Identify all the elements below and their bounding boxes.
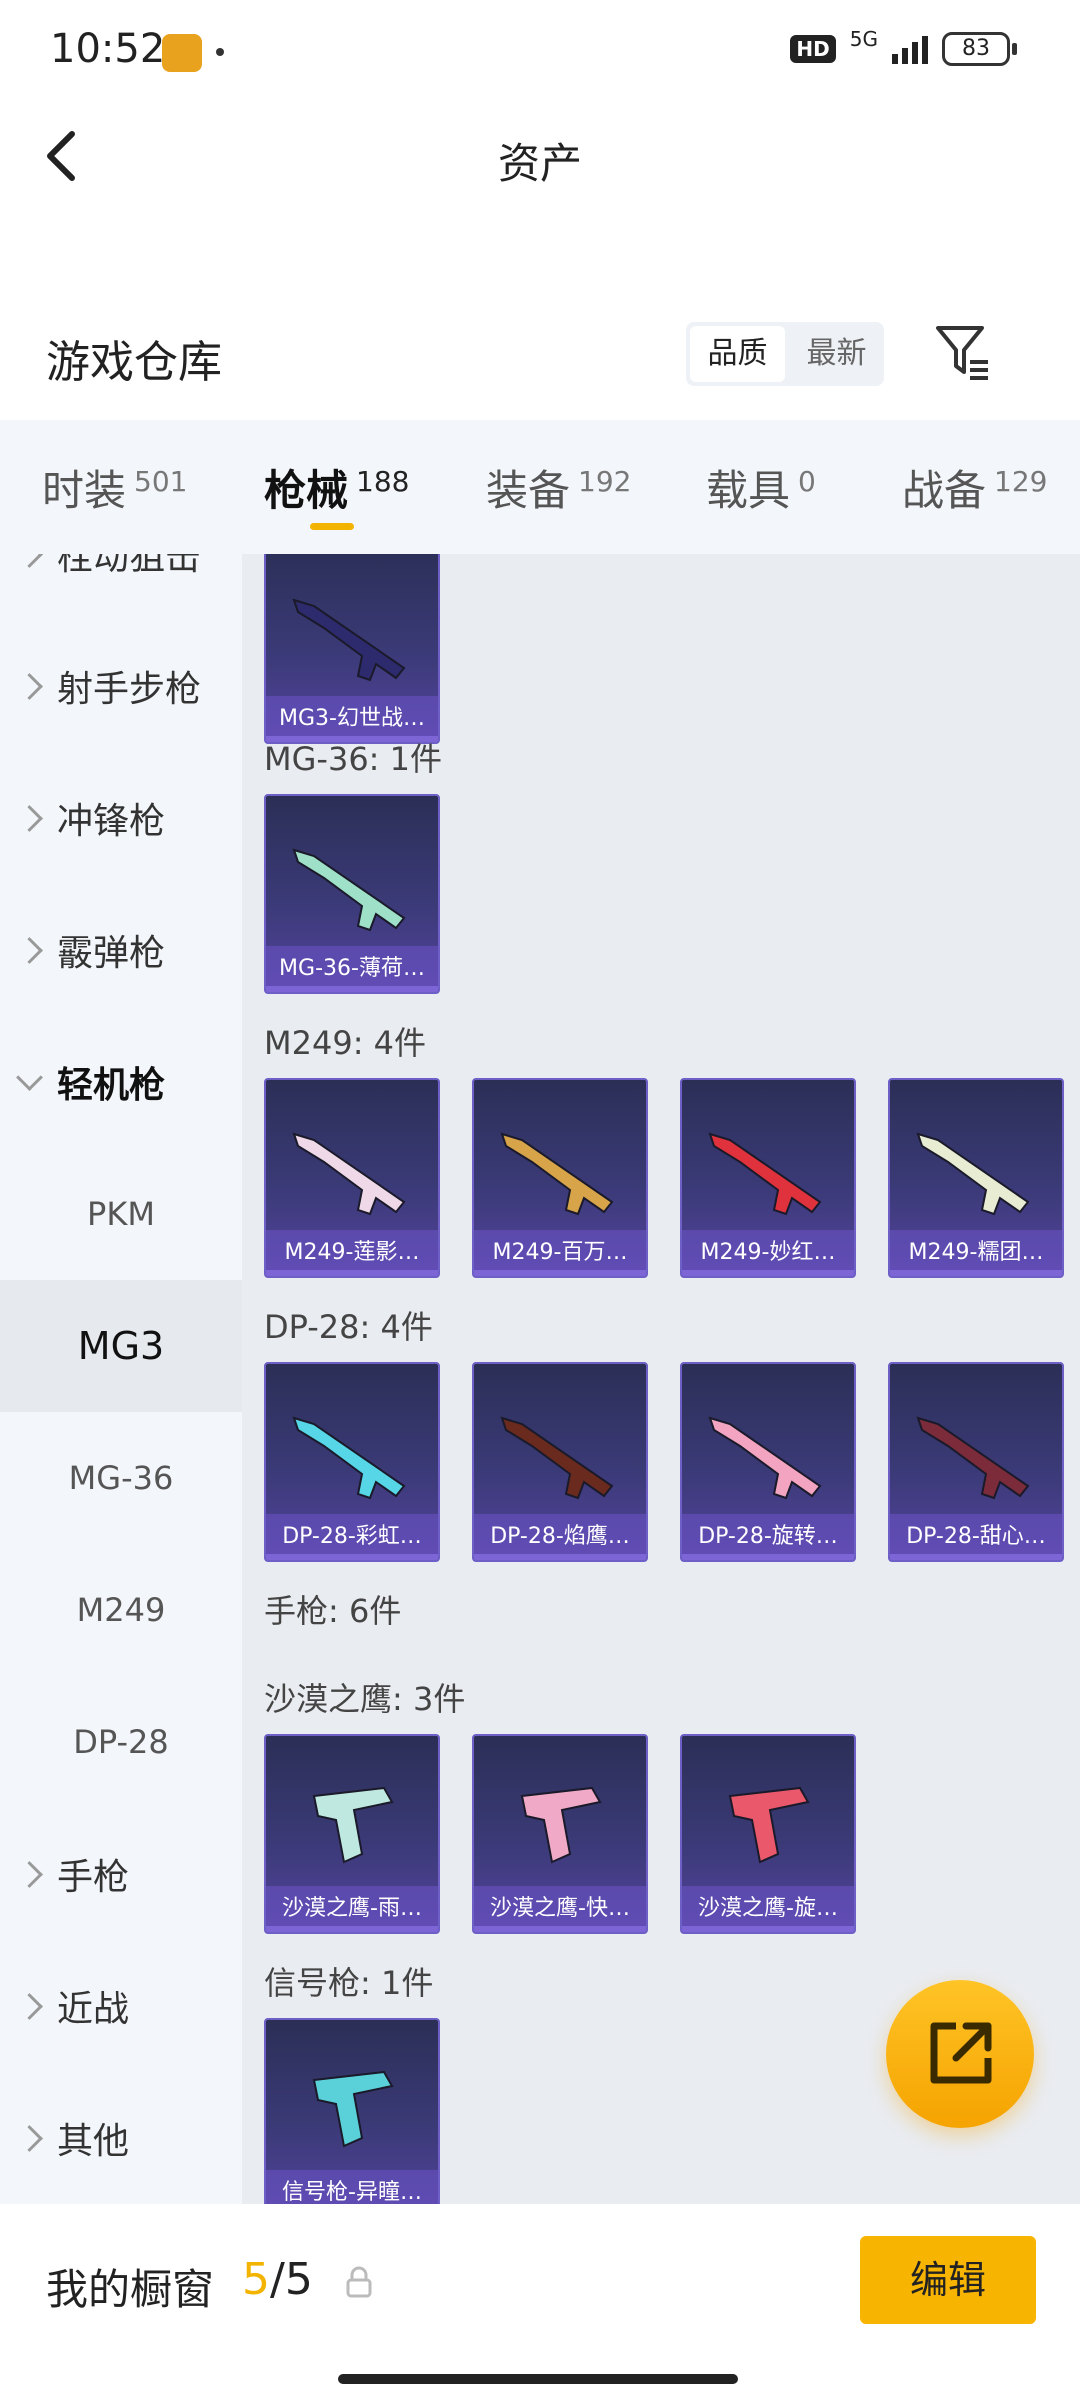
weapon-image-icon (292, 598, 406, 682)
weapon-card[interactable]: 沙漠之鹰-雨… (264, 1734, 440, 1934)
signal-icon (892, 34, 928, 64)
tab-fashion[interactable]: 时装 501 (42, 420, 187, 554)
weapon-image-icon (292, 1416, 406, 1500)
sidebar-item-shotgun[interactable]: 霰弹枪 (0, 884, 242, 1016)
sidebar-item-smg[interactable]: 冲锋枪 (0, 752, 242, 884)
weapon-grid: MG3-幻世战… MG-36: 1件 MG-36-薄荷… M249: 4件 M249-莲… (242, 554, 1080, 2204)
sort-newest-button[interactable]: 最新 (789, 322, 884, 386)
weapon-image-icon (292, 848, 406, 932)
filter-icon[interactable] (932, 322, 992, 382)
home-indicator (338, 2374, 738, 2384)
weapon-image-icon (708, 1416, 822, 1500)
weapon-card[interactable]: MG3-幻世战… (264, 554, 440, 744)
weapon-card-label: 信号枪-异瞳… (266, 2170, 438, 2204)
page-title: 资产 (497, 139, 582, 188)
weapon-card-label: DP-28-甜心… (890, 1514, 1062, 1560)
weapon-image-icon (312, 1786, 394, 1864)
sidebar-item-bolt-sniper[interactable]: 栓动狙击 (0, 554, 242, 620)
sidebar-sub-mg36[interactable]: MG-36 (0, 1412, 242, 1544)
weapon-card[interactable]: DP-28-彩虹… (264, 1362, 440, 1562)
showcase-count: 5/5 (242, 2254, 313, 2305)
weapon-image-icon (916, 1132, 1030, 1216)
weapon-card[interactable]: MG-36-薄荷… (264, 794, 440, 994)
weapon-card-label: M249-妙红… (682, 1230, 854, 1276)
sidebar-item-marksman[interactable]: 射手步枪 (0, 620, 242, 752)
weapon-image-icon (728, 1786, 810, 1864)
sidebar-sub-pkm[interactable]: PKM (0, 1148, 242, 1280)
showcase-label: 我的橱窗 (46, 2265, 215, 2314)
lock-icon (346, 2266, 372, 2298)
weapon-card-label: M249-百万… (474, 1230, 646, 1276)
tab-supplies[interactable]: 战备 129 (902, 420, 1047, 554)
group-title: 沙漠之鹰: 3件 (264, 1680, 466, 1718)
weapon-image-icon (708, 1132, 822, 1216)
tab-active-indicator (310, 523, 354, 530)
group-title: MG-36: 1件 (264, 740, 442, 778)
group-title: M249: 4件 (264, 1024, 427, 1062)
weapon-card-label: 沙漠之鹰-旋… (682, 1886, 854, 1932)
share-button[interactable] (886, 1980, 1034, 2128)
warehouse-title: 游戏仓库 (46, 337, 222, 388)
app-notification-icon (162, 34, 202, 72)
status-time: 10:52 (50, 26, 166, 72)
weapon-card[interactable]: M249-糯团… (888, 1078, 1064, 1278)
group-title: DP-28: 4件 (264, 1308, 433, 1346)
weapon-category-sidebar: 栓动狙击 射手步枪 冲锋枪 霰弹枪 轻机枪 PKM MG3 MG-36 M249… (0, 554, 242, 2204)
weapon-card[interactable]: DP-28-甜心… (888, 1362, 1064, 1562)
tab-vehicles[interactable]: 载具 0 (706, 420, 816, 554)
category-tabs: 时装 501 枪械 188 装备 192 载具 0 战备 129 (0, 420, 1080, 554)
sidebar-item-other[interactable]: 其他 (0, 2072, 242, 2204)
weapon-card-label: M249-糯团… (890, 1230, 1062, 1276)
weapon-card-label: DP-28-彩虹… (266, 1514, 438, 1560)
weapon-image-icon (520, 1786, 602, 1864)
weapon-card-label: MG-36-薄荷… (266, 946, 438, 992)
hd-badge: HD (790, 35, 836, 63)
weapon-image-icon (500, 1416, 614, 1500)
weapon-image-icon (292, 1132, 406, 1216)
weapon-card[interactable]: DP-28-焰鹰… (472, 1362, 648, 1562)
notification-dot-icon (216, 48, 224, 56)
tab-equipment[interactable]: 装备 192 (486, 420, 631, 554)
tab-firearms[interactable]: 枪械 188 (264, 420, 409, 554)
share-external-icon (930, 2022, 992, 2084)
weapon-card-label: DP-28-旋转… (682, 1514, 854, 1560)
sidebar-sub-dp28[interactable]: DP-28 (0, 1676, 242, 1808)
sidebar-sub-mg3[interactable]: MG3 (0, 1280, 242, 1412)
sort-toggle: 品质 最新 (686, 322, 884, 386)
weapon-card-label: DP-28-焰鹰… (474, 1514, 646, 1560)
weapon-card[interactable]: M249-莲影… (264, 1078, 440, 1278)
weapon-image-icon (500, 1132, 614, 1216)
weapon-card[interactable]: M249-百万… (472, 1078, 648, 1278)
weapon-card[interactable]: DP-28-旋转… (680, 1362, 856, 1562)
sidebar-item-pistol[interactable]: 手枪 (0, 1808, 242, 1940)
sidebar-item-melee[interactable]: 近战 (0, 1940, 242, 2072)
group-title: 手枪: 6件 (264, 1592, 402, 1630)
status-indicators: HD 5G 83 (790, 27, 1017, 66)
weapon-image-icon (312, 2070, 394, 2148)
group-title: 信号枪: 1件 (264, 1964, 434, 2002)
weapon-card-label: 沙漠之鹰-快… (474, 1886, 646, 1932)
weapon-card[interactable]: 信号枪-异瞳… (264, 2018, 440, 2204)
sidebar-item-lmg[interactable]: 轻机枪 (0, 1016, 242, 1148)
weapon-image-icon (916, 1416, 1030, 1500)
weapon-card[interactable]: 沙漠之鹰-快… (472, 1734, 648, 1934)
weapon-card-label: 沙漠之鹰-雨… (266, 1886, 438, 1932)
network-type: 5G (849, 27, 878, 51)
sort-quality-button[interactable]: 品质 (690, 326, 785, 382)
sidebar-sub-m249[interactable]: M249 (0, 1544, 242, 1676)
edit-button[interactable]: 编辑 (860, 2236, 1036, 2324)
weapon-card[interactable]: 沙漠之鹰-旋… (680, 1734, 856, 1934)
weapon-card[interactable]: M249-妙红… (680, 1078, 856, 1278)
battery-icon: 83 (942, 32, 1017, 66)
weapon-card-label: M249-莲影… (266, 1230, 438, 1276)
